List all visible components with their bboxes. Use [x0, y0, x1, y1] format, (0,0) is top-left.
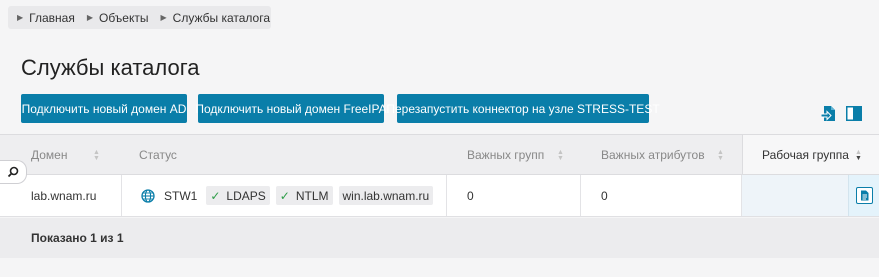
attributes-cell: 0 [601, 188, 608, 203]
document-icon[interactable] [855, 187, 873, 204]
breadcrumb: ▶ Главная ▶ Объекты ▶ Службы каталога [8, 6, 271, 29]
workgroup-cell [742, 175, 848, 216]
table-header: Домен ▲ ▼ Статус Важных групп ▲ ▼ Важных а… [0, 134, 879, 175]
caret-right-icon: ▶ [86, 13, 93, 22]
column-header-domain[interactable]: Домен [31, 135, 68, 174]
table-row[interactable]: lab.wnam.ru STW1 ✓ LDAPS ✓ NTLM win.lab.wn… [0, 175, 879, 217]
ldaps-status-badge: ✓ LDAPS [206, 186, 270, 205]
restart-connector-button[interactable]: Перезапустить коннектор на узле STRESS-T… [386, 94, 660, 123]
status-cell: STW1 ✓ LDAPS ✓ NTLM win.lab.wnam.ru [141, 175, 439, 216]
table-footer: Показано 1 из 1 [0, 218, 879, 258]
check-icon: ✓ [279, 188, 290, 203]
column-divider [446, 175, 447, 216]
breadcrumb-item-directory-services[interactable]: ▶ Службы каталога [161, 11, 271, 25]
host-badge: win.lab.wnam.ru [338, 186, 434, 205]
export-icon[interactable] [820, 104, 838, 122]
connect-ad-domain-button[interactable]: Подключить новый домен AD [21, 94, 187, 123]
directory-services-table: Домен ▲ ▼ Статус Важных групп ▲ ▼ Важных а… [0, 134, 879, 258]
check-icon: ✓ [210, 188, 221, 203]
breadcrumb-label: Службы каталога [172, 10, 271, 25]
badge-label: LDAPS [226, 188, 266, 203]
domain-cell: lab.wnam.ru [31, 188, 97, 203]
sort-icon[interactable]: ▲ ▼ [717, 149, 724, 162]
columns-icon[interactable] [845, 104, 863, 122]
column-divider [121, 175, 122, 216]
badge-label: NTLM [295, 188, 329, 203]
server-name: STW1 [164, 188, 198, 203]
breadcrumb-label: Объекты [99, 10, 149, 25]
breadcrumb-label: Главная [29, 10, 75, 25]
row-count-label: Показано 1 из 1 [31, 231, 124, 245]
column-header-status: Статус [139, 147, 177, 162]
breadcrumb-item-home[interactable]: ▶ Главная [17, 11, 75, 25]
sort-icon[interactable]: ▲ ▼ [557, 149, 564, 162]
sort-desc-icon[interactable]: ▲ ▼ [855, 149, 862, 162]
column-divider [580, 175, 581, 216]
column-header-groups[interactable]: Важных групп [467, 135, 544, 174]
caret-right-icon: ▶ [160, 13, 167, 22]
groups-cell: 0 [467, 188, 474, 203]
ntlm-status-badge: ✓ NTLM [275, 186, 333, 205]
sort-icon[interactable]: ▲ ▼ [93, 149, 100, 162]
row-action-cell [848, 175, 879, 216]
breadcrumb-item-objects[interactable]: ▶ Объекты [87, 11, 149, 25]
search-icon[interactable] [0, 160, 27, 184]
column-header-attributes[interactable]: Важных атрибутов [601, 135, 705, 174]
page-title: Службы каталога [21, 55, 200, 80]
globe-icon [141, 188, 155, 203]
connect-freeipa-domain-button[interactable]: Подключить новый домен FreeIPA [195, 94, 387, 123]
caret-right-icon: ▶ [17, 13, 24, 22]
